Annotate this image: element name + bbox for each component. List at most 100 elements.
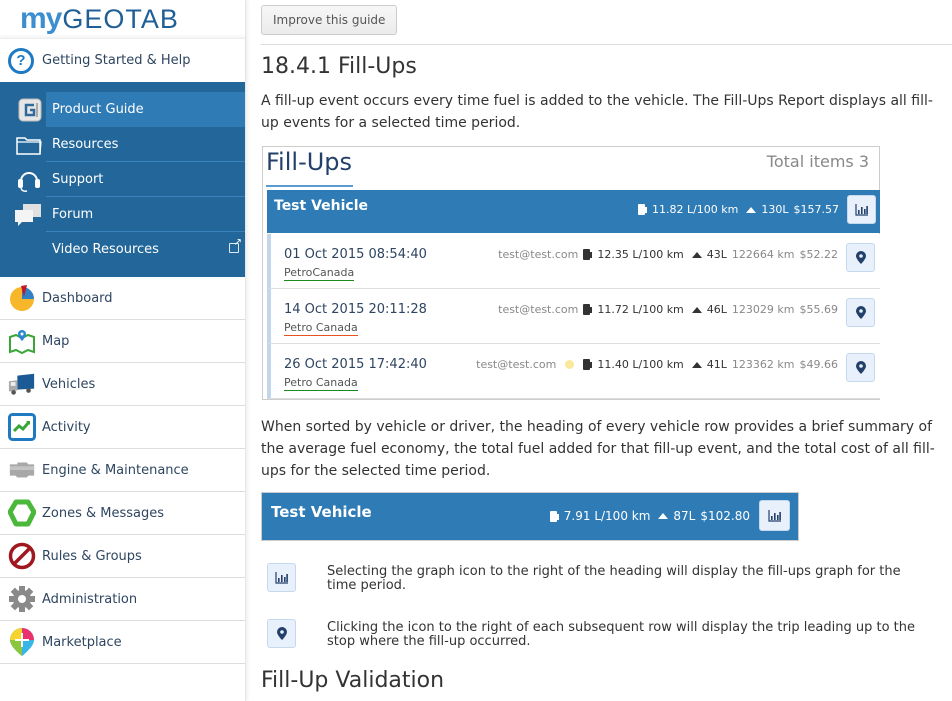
driver-email: test@test.com — [498, 248, 579, 261]
fuel-pump-icon — [583, 249, 593, 260]
fill-up-date: 14 Oct 2015 20:11:28 — [284, 302, 427, 317]
sidebar-item-product-guide[interactable]: Product Guide — [0, 92, 245, 127]
cost: $49.66 — [799, 358, 839, 371]
sidebar-item-label: Zones & Messages — [42, 505, 165, 521]
sidebar-item-label: Marketplace — [42, 634, 122, 650]
odometer: 122664 km — [731, 248, 795, 261]
sidebar-item-marketplace[interactable]: Marketplace — [0, 621, 245, 664]
fuel-economy: 11.72 L/100 km — [597, 303, 684, 316]
fill-up-row[interactable]: 26 Oct 2015 17:42:40 Petro Canada test@t… — [267, 344, 880, 399]
fuel-added: 130L — [761, 203, 789, 216]
pie-chart-icon — [10, 285, 34, 311]
summary-paragraph: When sorted by vehicle or driver, the he… — [261, 419, 935, 479]
fuel-added: 43L — [706, 248, 727, 261]
location-button-example — [267, 619, 296, 648]
engine-icon — [9, 462, 35, 478]
location-button[interactable] — [846, 243, 875, 272]
fuel-added-icon — [746, 206, 757, 213]
sidebar-item-label: Map — [42, 333, 70, 349]
sidebar-item-zones-messages[interactable]: Zones & Messages — [0, 492, 245, 535]
location-button[interactable] — [846, 298, 875, 327]
headset-icon — [18, 171, 40, 192]
activity-chart-icon — [8, 413, 36, 441]
fuel-pump-icon — [583, 304, 593, 315]
fuel-economy: 11.40 L/100 km — [597, 358, 684, 371]
total-items: Total items 3 — [766, 152, 869, 171]
map-icon — [9, 330, 35, 355]
sidebar-item-video-resources[interactable]: Video Resources — [0, 232, 245, 267]
map-pin-icon — [855, 361, 866, 374]
bar-chart-icon — [274, 571, 288, 584]
daylight-icon — [565, 360, 575, 369]
fuel-added-icon — [691, 306, 702, 313]
sidebar-item-dashboard[interactable]: Dashboard — [0, 277, 245, 320]
fuel-added: 46L — [706, 303, 727, 316]
legend-text: Selecting the graph icon to the right of… — [327, 564, 901, 593]
total-cost: $157.57 — [793, 203, 840, 216]
sidebar-item-map[interactable]: Map — [0, 320, 245, 363]
fuel-economy: 7.91 L/100 km — [563, 509, 651, 523]
bar-chart-icon — [854, 203, 868, 216]
sidebar-item-administration[interactable]: Administration — [0, 578, 245, 621]
driver-email: test@test.com — [476, 358, 557, 371]
fuel-pump-icon — [583, 359, 593, 370]
sidebar-item-rules-groups[interactable]: Rules & Groups — [0, 535, 245, 578]
chat-bubbles-icon — [15, 203, 41, 226]
cost: $55.69 — [799, 303, 839, 316]
sidebar-item-label: Video Resources — [52, 242, 159, 257]
fuel-added-icon — [691, 361, 702, 368]
station-name: PetroCanada — [284, 266, 355, 281]
station-name: Petro Canada — [284, 376, 358, 391]
vehicle-header-row: Test Vehicle 11.82 L/100 km 130L $157.57 — [267, 190, 880, 233]
sidebar-item-label: Activity — [42, 419, 91, 435]
sidebar-item-forum[interactable]: Forum — [0, 197, 245, 232]
fuel-economy: 12.35 L/100 km — [597, 248, 684, 261]
map-pin-icon — [855, 251, 866, 264]
sidebar-item-support[interactable]: Support — [0, 162, 245, 197]
improve-guide-button[interactable]: Improve this guide — [261, 5, 398, 35]
section-heading: Fill-Up Validation — [261, 668, 445, 693]
gear-icon — [9, 586, 35, 612]
fill-up-row[interactable]: 01 Oct 2015 08:54:40 PetroCanada test@te… — [267, 234, 880, 289]
truck-icon — [8, 373, 35, 395]
sidebar-item-vehicles[interactable]: Vehicles — [0, 363, 245, 406]
sidebar-item-activity[interactable]: Activity — [0, 406, 245, 449]
fuel-pump-icon — [637, 204, 647, 215]
location-button[interactable] — [846, 353, 875, 382]
folder-icon — [16, 136, 42, 155]
page-title: 18.4.1 Fill-Ups — [261, 54, 417, 79]
logo-my: my — [20, 2, 62, 35]
fuel-added: 87L — [673, 509, 696, 523]
question-circle-icon: ? — [8, 47, 34, 74]
total-cost: $102.80 — [700, 509, 750, 523]
fill-up-date: 01 Oct 2015 08:54:40 — [284, 247, 427, 262]
logo-geotab: GEOTAB — [62, 3, 179, 34]
fuel-added-icon — [691, 251, 702, 258]
sidebar-item-getting-started-help[interactable]: ? Getting Started & Help — [0, 38, 245, 82]
graph-button-example — [267, 563, 296, 592]
sidebar-item-engine-maintenance[interactable]: Engine & Maintenance — [0, 449, 245, 492]
legend-text: Clicking the icon to the right of each s… — [327, 620, 916, 649]
bar-chart-icon — [767, 509, 781, 522]
mygeotab-logo[interactable]: my GEOTAB — [0, 0, 245, 38]
zone-icon — [8, 499, 36, 527]
graph-button[interactable] — [759, 500, 790, 531]
product-guide-icon — [18, 98, 42, 121]
sidebar-item-label: Product Guide — [46, 92, 245, 127]
sidebar-item-label: Engine & Maintenance — [42, 462, 189, 478]
vehicle-summary: 7.91 L/100 km 87L $102.80 — [549, 509, 750, 523]
fuel-added: 41L — [706, 358, 727, 371]
tab-underline — [266, 185, 353, 187]
odometer: 123362 km — [731, 358, 795, 371]
vehicle-name: Test Vehicle — [271, 503, 372, 521]
sidebar-item-label: Getting Started & Help — [42, 53, 191, 68]
marketplace-pin-icon — [10, 628, 34, 656]
graph-button[interactable] — [847, 195, 876, 224]
fill-up-row[interactable]: 14 Oct 2015 20:11:28 Petro Canada test@t… — [267, 289, 880, 344]
sidebar-item-resources[interactable]: Resources — [0, 127, 245, 162]
fuel-economy: 11.82 L/100 km — [651, 203, 739, 216]
fill-up-date: 26 Oct 2015 17:42:40 — [284, 357, 427, 372]
map-pin-icon — [855, 306, 866, 319]
help-submenu: Product Guide Resources Support Forum Vi… — [0, 82, 245, 277]
report-title: Fill-Ups — [266, 148, 353, 176]
